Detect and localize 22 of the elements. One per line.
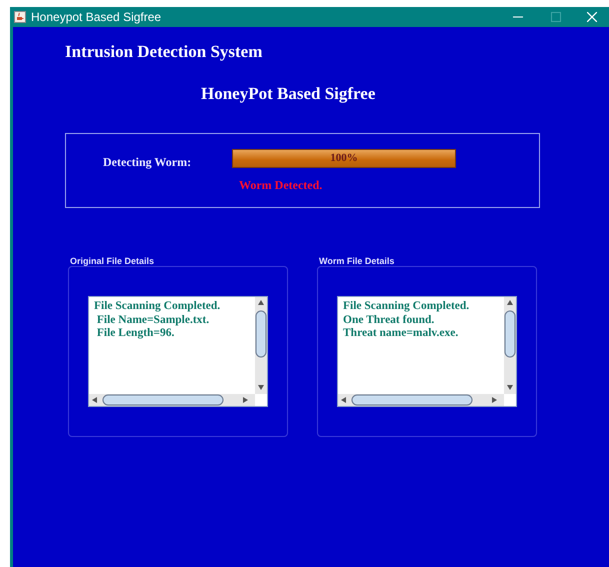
text-line: File Name=Sample.txt. [96, 314, 210, 327]
cup-icon [14, 11, 26, 23]
close-icon[interactable] [587, 12, 597, 22]
text-area[interactable]: File Scanning Completed. One Threat found. Threat name=malv.exe. [337, 296, 517, 407]
app-heading: Intrusion Detection System [65, 41, 262, 63]
text-line: File Scanning Completed. [343, 300, 470, 314]
group-title: Worm File Details [318, 255, 396, 267]
app-subtitle: HoneyPot Based Sigfree [201, 83, 376, 105]
result-text: Worm Detected. [239, 177, 322, 194]
horizontal-scrollbar[interactable] [338, 394, 504, 406]
group-title: Original File Details [69, 255, 156, 267]
text-line: File Length=96. [96, 327, 176, 340]
text-line: One Threat found. [343, 314, 436, 327]
text-line: File Scanning Completed. [94, 300, 220, 314]
window-title: Honeypot Based Sigfree [31, 9, 162, 26]
vertical-scrollbar[interactable] [504, 297, 516, 394]
detecting-label: Detecting Worm: [103, 154, 192, 171]
progress-text: 100% [329, 151, 359, 166]
text-area[interactable]: File Scanning Completed. File Name=Sample.txt. File Length=96. [88, 296, 268, 407]
text-line: Threat name=malv.exe. [343, 327, 460, 340]
vertical-scrollbar[interactable] [255, 297, 267, 394]
horizontal-scrollbar[interactable] [89, 394, 255, 406]
